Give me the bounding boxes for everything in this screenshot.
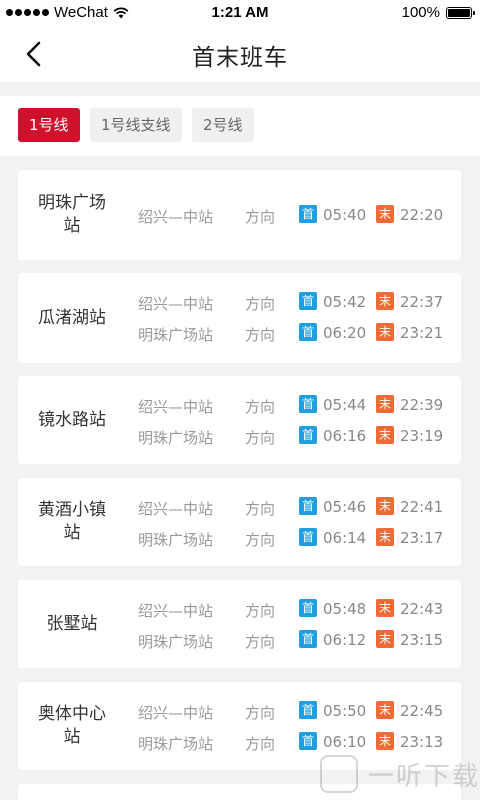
first-train-badge: 首 bbox=[299, 701, 317, 719]
last-train-badge: 末 bbox=[376, 630, 394, 648]
last-train-time: 22:41 bbox=[400, 498, 444, 516]
last-train-badge: 末 bbox=[376, 528, 394, 546]
direction-row: 明珠广场站 方向 首 06:16 末 23:19 bbox=[18, 425, 461, 447]
destination-label: 明珠广场站 bbox=[137, 735, 213, 753]
first-train-time: 05:40 bbox=[323, 206, 367, 224]
first-train-time: 05:44 bbox=[323, 396, 367, 414]
direction-row: 绍兴—中站 方向 首 05:46 末 22:41 bbox=[18, 496, 461, 518]
destination-label: 绍兴—中站 bbox=[137, 602, 213, 620]
page-title: 首末班车 bbox=[192, 45, 288, 71]
status-right: 100% bbox=[401, 4, 475, 21]
direction-row: 明珠广场站 方向 首 06:12 末 23:15 bbox=[18, 629, 461, 651]
first-train-time: 05:42 bbox=[323, 293, 367, 311]
first-train-time: 06:12 bbox=[323, 631, 367, 649]
tab-line-1[interactable]: 1号线 bbox=[18, 108, 80, 142]
destination-label: 明珠广场站 bbox=[137, 633, 213, 651]
first-train-badge: 首 bbox=[299, 528, 317, 546]
station-card[interactable]: 瓜渚湖站 绍兴—中站 方向 首 05:42 末 22:37 明珠广场站 方向 首… bbox=[18, 273, 461, 363]
destination-label: 绍兴—中站 bbox=[137, 295, 213, 313]
destination-label: 明珠广场站 bbox=[137, 531, 213, 549]
direction-label: 方向 bbox=[245, 531, 276, 549]
direction-label: 方向 bbox=[245, 633, 276, 651]
last-train-time: 22:37 bbox=[400, 293, 444, 311]
destination-label: 绍兴—中站 bbox=[137, 398, 213, 416]
last-train-time: 22:20 bbox=[400, 206, 444, 224]
destination-label: 明珠广场站 bbox=[137, 326, 213, 344]
first-train-time: 06:14 bbox=[323, 529, 367, 547]
battery-percent: 100% bbox=[401, 4, 440, 21]
last-train-badge: 末 bbox=[376, 701, 394, 719]
destination-label: 绍兴—中站 bbox=[137, 500, 213, 518]
first-train-time: 05:48 bbox=[323, 600, 367, 618]
direction-row: 绍兴—中站 方向 首 05:48 末 22:43 bbox=[18, 598, 461, 620]
direction-row: 绍兴—中站 方向 首 05:42 末 22:37 bbox=[18, 291, 461, 313]
first-train-time: 05:46 bbox=[323, 498, 367, 516]
first-train-badge: 首 bbox=[299, 292, 317, 310]
direction-label: 方向 bbox=[245, 295, 276, 313]
direction-label: 方向 bbox=[245, 602, 276, 620]
last-train-badge: 末 bbox=[376, 292, 394, 310]
tab-line-1-branch[interactable]: 1号线支线 bbox=[90, 108, 182, 142]
direction-label: 方向 bbox=[245, 735, 276, 753]
last-train-time: 22:43 bbox=[400, 600, 444, 618]
direction-row: 明珠广场站 方向 首 06:20 末 23:21 bbox=[18, 322, 461, 344]
status-bar: WeChat 1:21 AM 100% bbox=[0, 0, 480, 26]
last-train-time: 22:45 bbox=[400, 702, 444, 720]
direction-label: 方向 bbox=[245, 500, 276, 518]
last-train-time: 23:19 bbox=[400, 427, 444, 445]
last-train-time: 23:13 bbox=[400, 733, 444, 751]
direction-label: 方向 bbox=[245, 704, 276, 722]
direction-row: 绍兴—中站 方向 首 05:44 末 22:39 bbox=[18, 394, 461, 416]
last-train-badge: 末 bbox=[376, 323, 394, 341]
last-train-badge: 末 bbox=[376, 732, 394, 750]
first-train-badge: 首 bbox=[299, 426, 317, 444]
station-card[interactable]: 镜水路站 绍兴—中站 方向 首 05:44 末 22:39 明珠广场站 方向 首… bbox=[18, 376, 461, 464]
last-train-time: 23:17 bbox=[400, 529, 444, 547]
direction-row: 明珠广场站 方向 首 06:10 末 23:13 bbox=[18, 731, 461, 753]
last-train-badge: 末 bbox=[376, 426, 394, 444]
last-train-badge: 末 bbox=[376, 205, 394, 223]
direction-label: 方向 bbox=[245, 326, 276, 344]
nav-bar: 首末班车 bbox=[0, 26, 480, 82]
destination-label: 绍兴—中站 bbox=[137, 704, 213, 722]
destination-label: 绍兴—中站 bbox=[137, 208, 213, 226]
first-train-badge: 首 bbox=[299, 630, 317, 648]
watermark-logo-icon bbox=[320, 755, 358, 793]
direction-row: 绍兴—中站 方向 首 05:50 末 22:45 bbox=[18, 700, 461, 722]
first-train-badge: 首 bbox=[299, 205, 317, 223]
first-train-badge: 首 bbox=[299, 732, 317, 750]
direction-label: 方向 bbox=[245, 208, 276, 226]
first-train-badge: 首 bbox=[299, 497, 317, 515]
first-train-time: 06:16 bbox=[323, 427, 367, 445]
station-card[interactable]: 明珠广场站 绍兴—中站 方向 首 05:40 末 22:20 bbox=[18, 170, 461, 260]
direction-row: 明珠广场站 方向 首 06:14 末 23:17 bbox=[18, 527, 461, 549]
first-train-badge: 首 bbox=[299, 323, 317, 341]
station-card[interactable]: 张墅站 绍兴—中站 方向 首 05:48 末 22:43 明珠广场站 方向 首 … bbox=[18, 580, 461, 668]
last-train-badge: 末 bbox=[376, 599, 394, 617]
last-train-time: 22:39 bbox=[400, 396, 444, 414]
first-train-time: 05:50 bbox=[323, 702, 367, 720]
last-train-badge: 末 bbox=[376, 395, 394, 413]
last-train-time: 23:21 bbox=[400, 324, 444, 342]
watermark: 一听下载 bbox=[320, 755, 480, 793]
watermark-text: 一听下载 bbox=[368, 761, 480, 792]
first-train-time: 06:20 bbox=[323, 324, 367, 342]
destination-label: 明珠广场站 bbox=[137, 429, 213, 447]
tab-line-2[interactable]: 2号线 bbox=[192, 108, 254, 142]
first-train-badge: 首 bbox=[299, 599, 317, 617]
line-tabs: 1号线 1号线支线 2号线 bbox=[0, 96, 480, 156]
last-train-badge: 末 bbox=[376, 497, 394, 515]
first-train-badge: 首 bbox=[299, 395, 317, 413]
direction-label: 方向 bbox=[245, 398, 276, 416]
direction-label: 方向 bbox=[245, 429, 276, 447]
battery-icon bbox=[446, 6, 475, 19]
last-train-time: 23:15 bbox=[400, 631, 444, 649]
station-card[interactable]: 黄酒小镇站 绍兴—中站 方向 首 05:46 末 22:41 明珠广场站 方向 … bbox=[18, 478, 461, 566]
direction-row: 绍兴—中站 方向 首 05:40 末 22:20 bbox=[18, 204, 461, 226]
first-train-time: 06:10 bbox=[323, 733, 367, 751]
